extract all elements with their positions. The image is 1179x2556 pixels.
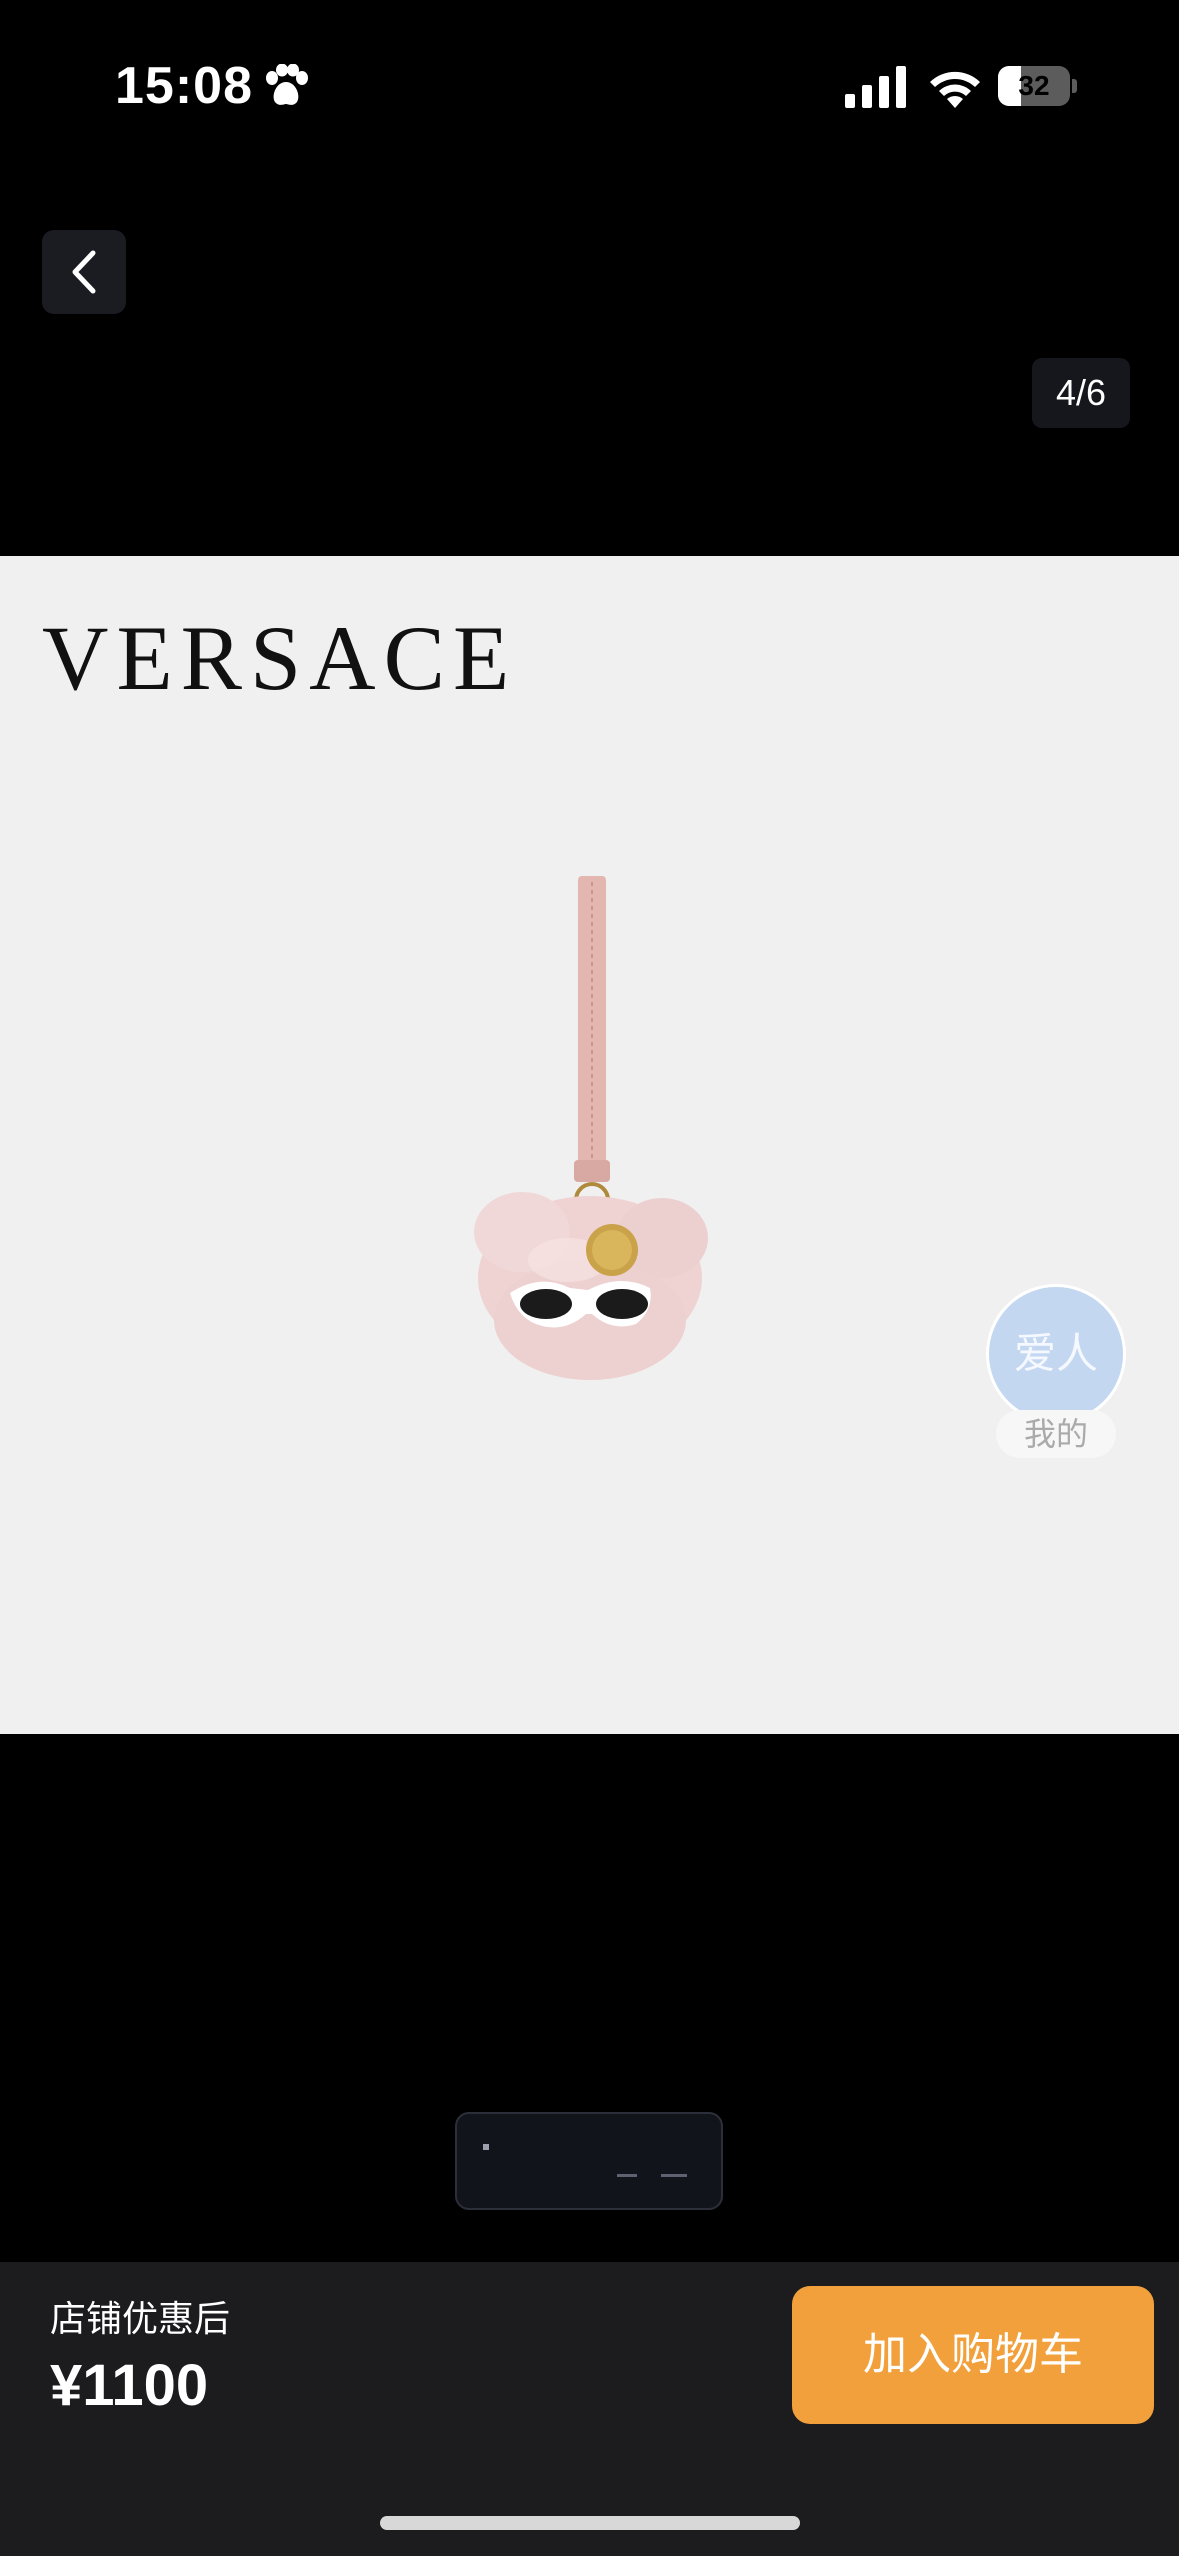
home-indicator[interactable]: [380, 2516, 800, 2530]
wifi-icon: [930, 71, 980, 108]
image-indicator-pill[interactable]: [455, 2112, 723, 2210]
chevron-left-icon: [72, 250, 96, 294]
battery-level: 32: [1018, 70, 1050, 101]
paw-icon: [266, 64, 308, 105]
price-value: ¥1100: [50, 2353, 209, 2418]
floating-assistant-button[interactable]: 爱人: [986, 1284, 1126, 1424]
image-counter: 4/6: [1032, 358, 1130, 428]
back-button[interactable]: [42, 230, 126, 314]
brand-logo: VERSACE: [42, 607, 518, 709]
floating-assistant-tag[interactable]: 我的: [996, 1410, 1116, 1458]
price-label: 店铺优惠后: [50, 2299, 231, 2340]
cellular-signal-icon: [845, 66, 906, 108]
status-time: 15:08: [115, 57, 253, 115]
battery-icon: 32: [998, 66, 1078, 106]
add-to-cart-button[interactable]: 加入购物车: [792, 2286, 1154, 2424]
bag-charm-illustration: [474, 876, 708, 1380]
